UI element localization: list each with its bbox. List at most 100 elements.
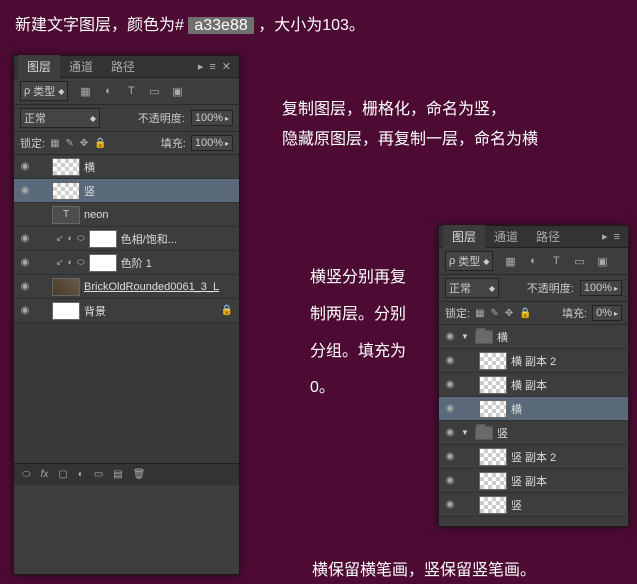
layer-name[interactable]: 背景	[84, 303, 217, 319]
lock-indicator-icon: 🔒	[221, 305, 235, 316]
lock-position-icon[interactable]: ✥	[505, 308, 513, 319]
layer-thumb	[479, 376, 507, 394]
lock-paint-icon[interactable]: ✎	[491, 308, 499, 319]
link-icon[interactable]: ⬭	[22, 469, 31, 480]
layer-row[interactable]: ◉ 背景 🔒	[14, 299, 239, 323]
visibility-toggle[interactable]	[18, 208, 32, 222]
lock-transparency-icon[interactable]: ▦	[50, 138, 59, 149]
tab-paths[interactable]: 路径	[527, 225, 569, 248]
layer-row[interactable]: Tneon	[14, 203, 239, 227]
layer-row[interactable]: ◉↙◐⬭色相/饱和...	[14, 227, 239, 251]
layer-name[interactable]: neon	[84, 209, 235, 221]
lock-all-icon[interactable]: 🔒	[94, 138, 106, 149]
adjustment-icon[interactable]: ◐	[78, 469, 84, 480]
layer-row[interactable]: ◉横	[14, 155, 239, 179]
folder-icon	[475, 426, 493, 440]
visibility-toggle[interactable]: ◉	[443, 354, 457, 368]
layer-mask-thumb	[89, 230, 117, 248]
lock-position-icon[interactable]: ✥	[80, 138, 88, 149]
tab-layers[interactable]: 图层	[443, 225, 485, 248]
visibility-toggle[interactable]: ◉	[443, 426, 457, 440]
layer-name[interactable]: 色相/饱和...	[121, 231, 235, 247]
layer-name[interactable]: 横 副本	[511, 377, 624, 393]
group-row[interactable]: ◉ ▼ 横	[439, 325, 628, 349]
visibility-toggle[interactable]: ◉	[18, 280, 32, 294]
caption-bottom: 横保留横笔画，竖保留竖笔画。	[312, 556, 536, 580]
tab-channels[interactable]: 通道	[60, 55, 102, 78]
layer-row[interactable]: ◉竖	[14, 179, 239, 203]
layer-name[interactable]: 色阶 1	[121, 255, 235, 271]
lock-paint-icon[interactable]: ✎	[66, 138, 74, 149]
visibility-toggle[interactable]: ◉	[18, 256, 32, 270]
trash-icon[interactable]: 🗑	[133, 469, 146, 480]
filter-text-icon[interactable]: T	[124, 85, 138, 98]
fx-icon[interactable]: fx	[41, 469, 49, 480]
filter-smart-icon[interactable]: ▣	[170, 85, 184, 98]
layer-name[interactable]: 横	[511, 401, 624, 417]
layer-name[interactable]: 竖 副本 2	[511, 449, 624, 465]
tab-paths[interactable]: 路径	[102, 55, 144, 78]
visibility-toggle[interactable]: ◉	[18, 232, 32, 246]
layer-name[interactable]: 竖 副本	[511, 473, 624, 489]
new-layer-icon[interactable]: ▤	[113, 469, 122, 480]
lock-all-icon[interactable]: 🔒	[519, 308, 531, 319]
fill-field[interactable]: 100%▸	[191, 135, 233, 151]
visibility-toggle[interactable]: ◉	[443, 402, 457, 416]
layer-name[interactable]: BrickOldRounded0061_3_L	[84, 281, 235, 293]
layer-name[interactable]: 横 副本 2	[511, 353, 624, 369]
filter-pixel-icon[interactable]: ▦	[503, 255, 517, 268]
visibility-toggle[interactable]: ◉	[18, 160, 32, 174]
layer-row[interactable]: ◉ 竖 副本	[439, 469, 628, 493]
blend-mode-select[interactable]: 正常◆	[445, 278, 499, 298]
mask-icon[interactable]: ▢	[58, 469, 67, 480]
layer-row[interactable]: ◉竖	[439, 493, 628, 517]
layer-name[interactable]: 横	[84, 159, 235, 175]
layer-row[interactable]: ◉↙◐⬭色阶 1	[14, 251, 239, 275]
layer-row[interactable]: ◉ BrickOldRounded0061_3_L	[14, 275, 239, 299]
visibility-toggle[interactable]: ◉	[443, 330, 457, 344]
layer-thumb	[479, 448, 507, 466]
filter-adjust-icon[interactable]: ◐	[101, 85, 115, 98]
group-name[interactable]: 竖	[497, 425, 624, 441]
opacity-field[interactable]: 100%▸	[580, 280, 622, 296]
disclosure-triangle[interactable]: ▼	[461, 428, 471, 437]
collapse-icon[interactable]: ▸	[602, 230, 608, 243]
filter-text-icon[interactable]: T	[549, 255, 563, 268]
filter-smart-icon[interactable]: ▣	[595, 255, 609, 268]
collapse-icon[interactable]: ▸	[198, 60, 204, 73]
disclosure-triangle[interactable]: ▼	[461, 332, 471, 341]
visibility-toggle[interactable]: ◉	[443, 450, 457, 464]
tab-layers[interactable]: 图层	[18, 55, 60, 78]
filter-pixel-icon[interactable]: ▦	[78, 85, 92, 98]
fill-field[interactable]: 0%▸	[592, 305, 622, 321]
menu-icon[interactable]: ≡	[209, 61, 215, 73]
layer-row[interactable]: ◉ 竖 副本 2	[439, 445, 628, 469]
filter-kind-select[interactable]: ρ 类型 ◆	[445, 251, 493, 271]
visibility-toggle[interactable]: ◉	[443, 378, 457, 392]
filter-shape-icon[interactable]: ▭	[147, 85, 161, 98]
blend-mode-select[interactable]: 正常◆	[20, 108, 100, 128]
layer-name[interactable]: 竖	[511, 497, 624, 513]
group-row[interactable]: ◉ ▼ 竖	[439, 421, 628, 445]
blend-row: 正常◆ 不透明度: 100%▸	[439, 275, 628, 302]
lock-transparency-icon[interactable]: ▦	[475, 308, 484, 319]
opacity-field[interactable]: 100%▸	[191, 110, 233, 126]
tab-channels[interactable]: 通道	[485, 225, 527, 248]
layer-row[interactable]: ◉ 横 副本	[439, 373, 628, 397]
visibility-toggle[interactable]: ◉	[443, 474, 457, 488]
close-icon[interactable]: ✕	[222, 60, 231, 73]
group-icon[interactable]: ▭	[94, 469, 103, 480]
filter-shape-icon[interactable]: ▭	[572, 255, 586, 268]
visibility-toggle[interactable]: ◉	[18, 304, 32, 318]
lock-row: 锁定: ▦ ✎ ✥ 🔒 填充: 0%▸	[439, 302, 628, 325]
group-name[interactable]: 横	[497, 329, 624, 345]
layer-row[interactable]: ◉ 横 副本 2	[439, 349, 628, 373]
filter-toolbar: ρ 类型 ◆ ▦ ◐ T ▭ ▣	[14, 78, 239, 105]
layer-row[interactable]: ◉横	[439, 397, 628, 421]
visibility-toggle[interactable]: ◉	[18, 184, 32, 198]
layer-name[interactable]: 竖	[84, 183, 235, 199]
filter-kind-select[interactable]: ρ 类型 ◆	[20, 81, 68, 101]
filter-adjust-icon[interactable]: ◐	[526, 255, 540, 268]
menu-icon[interactable]: ≡	[614, 231, 620, 243]
visibility-toggle[interactable]: ◉	[443, 498, 457, 512]
